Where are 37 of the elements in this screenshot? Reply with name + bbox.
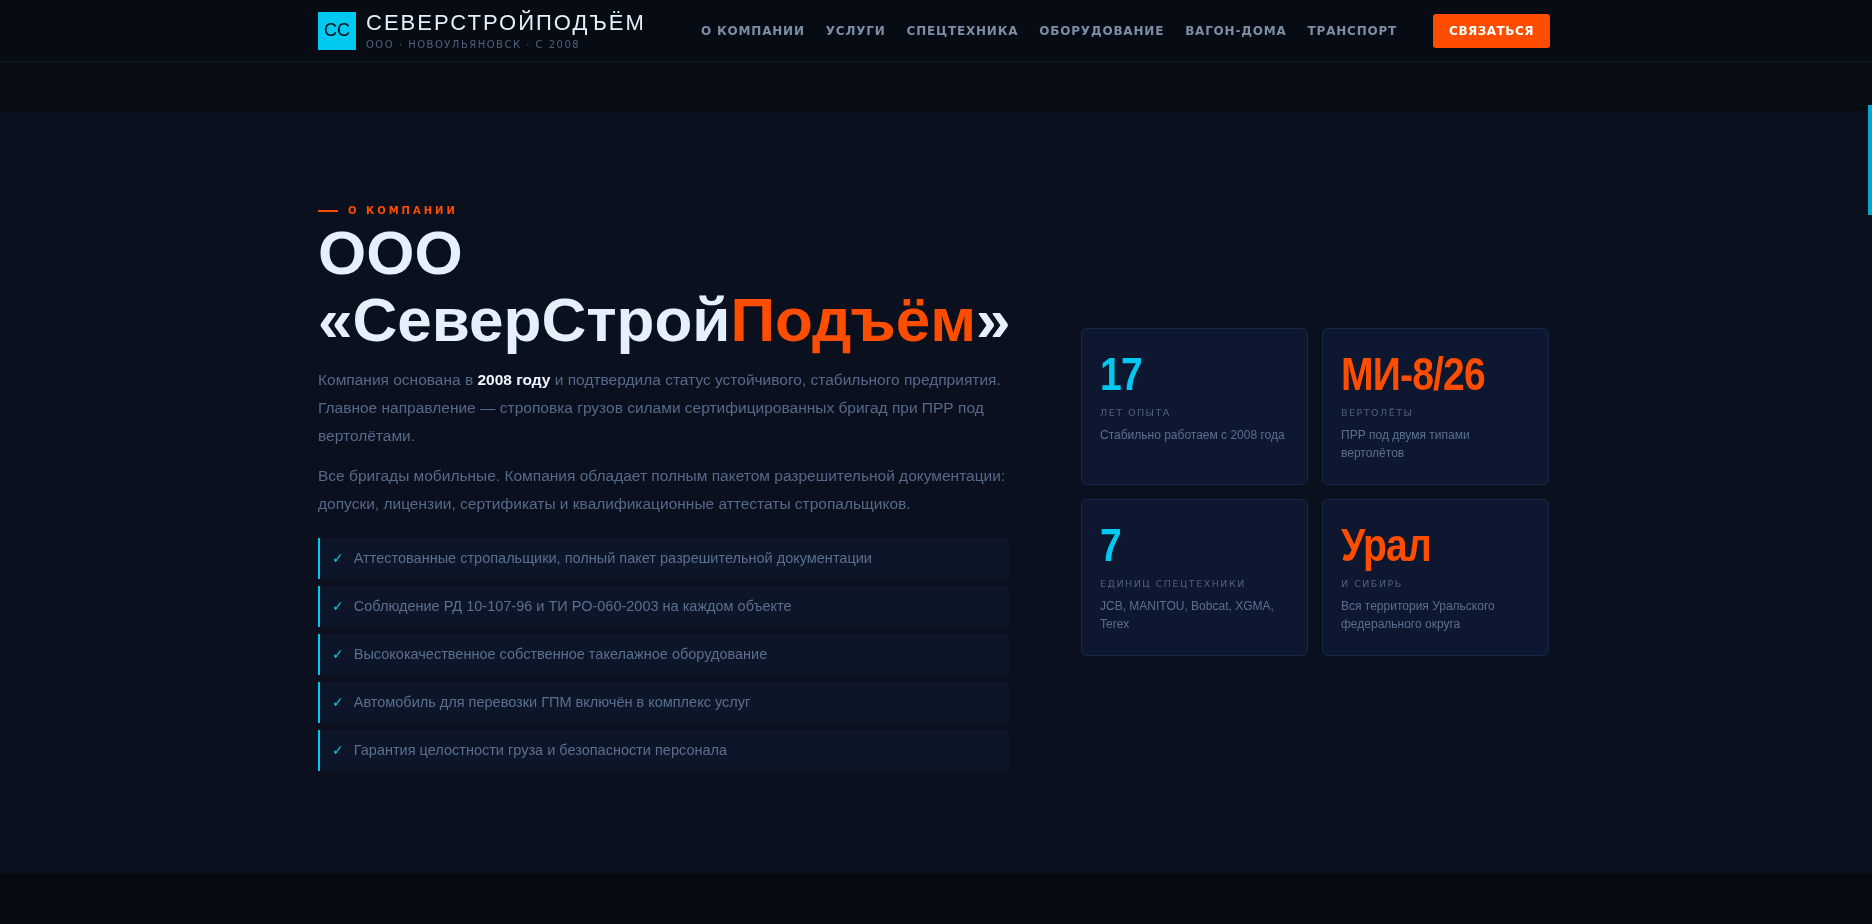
- feature-text: Автомобиль для перевозки ГПМ включён в комплекс услуг: [353, 694, 751, 711]
- contact-button[interactable]: СВЯЗАТЬСЯ: [1433, 13, 1550, 48]
- nav-link[interactable]: УСЛУГИ: [825, 23, 886, 38]
- page-heading: ООО «СеверСтройПодъём»: [318, 220, 1009, 354]
- feature-text: Соблюдение РД 10-107-96 и ТИ РО-060-2003 на каждом объекте: [353, 598, 792, 615]
- section-eyebrow: О КОМПАНИИ: [348, 205, 458, 217]
- paragraph: Все бригады мобильные. Компания обладает полным пакетом разрешительной документации: допуски, лицензии, сертификаты и квалификационные аттестаты стропальщиков.: [318, 465, 1007, 514]
- check-icon: ✓: [332, 694, 344, 711]
- feature-text: Высококачественное собственное такелажное оборудование: [353, 646, 768, 663]
- stat-value: 7: [1100, 522, 1121, 568]
- check-icon: ✓: [332, 598, 344, 615]
- paragraph: Компания основана в 2008 году и подтвердила статус устойчивого, стабильного предприятия. Главное направление — строповка грузов силами сертифицированных бригад при ПРР под вертолётами.: [318, 369, 1002, 446]
- check-icon: ✓: [332, 646, 344, 663]
- feature-text: Аттестованные стропальщики, полный пакет разрешительной документации: [353, 550, 872, 567]
- scrollbar-thumb[interactable]: [1868, 105, 1872, 215]
- nav-link[interactable]: О КОМПАНИИ: [700, 23, 805, 38]
- brand-tagline: ООО · НОВОУЛЬЯНОВСК · С 2008: [366, 39, 582, 50]
- accent-dash: [318, 209, 338, 212]
- check-icon: ✓: [332, 742, 344, 759]
- brand-name: СЕВЕРСТРОЙПОДЪЁМ: [366, 11, 646, 34]
- stat-description: Вся территория Уральского федерального округа: [1341, 598, 1496, 633]
- stat-label: ЛЕТ ОПЫТА: [1100, 407, 1171, 418]
- stat-value: МИ-8/26: [1341, 351, 1485, 397]
- nav-link[interactable]: ВАГОН-ДОМА: [1185, 23, 1287, 38]
- stat-description: Стабильно работаем с 2008 года: [1100, 427, 1285, 444]
- nav-link[interactable]: ТРАНСПОРТ: [1307, 23, 1398, 38]
- stat-label: И СИБИРЬ: [1341, 578, 1403, 589]
- stat-label: ВЕРТОЛЁТЫ: [1341, 407, 1414, 418]
- nav-link[interactable]: СПЕЦТЕХНИКА: [906, 23, 1019, 38]
- stat-label: ЕДИНИЦ СПЕЦТЕХНИКИ: [1100, 578, 1246, 589]
- logo-mark[interactable]: СС: [318, 11, 356, 50]
- check-icon: ✓: [332, 550, 344, 567]
- feature-text: Гарантия целостности груза и безопасности персонала: [353, 742, 728, 759]
- stat-description: ПРР под двумя типами вертолётов: [1341, 427, 1471, 462]
- nav-link[interactable]: ОБОРУДОВАНИЕ: [1039, 23, 1165, 38]
- stat-value: 17: [1100, 351, 1142, 397]
- stat-description: JCB, MANITOU, Bobcat, XGMA, Terex: [1100, 598, 1275, 633]
